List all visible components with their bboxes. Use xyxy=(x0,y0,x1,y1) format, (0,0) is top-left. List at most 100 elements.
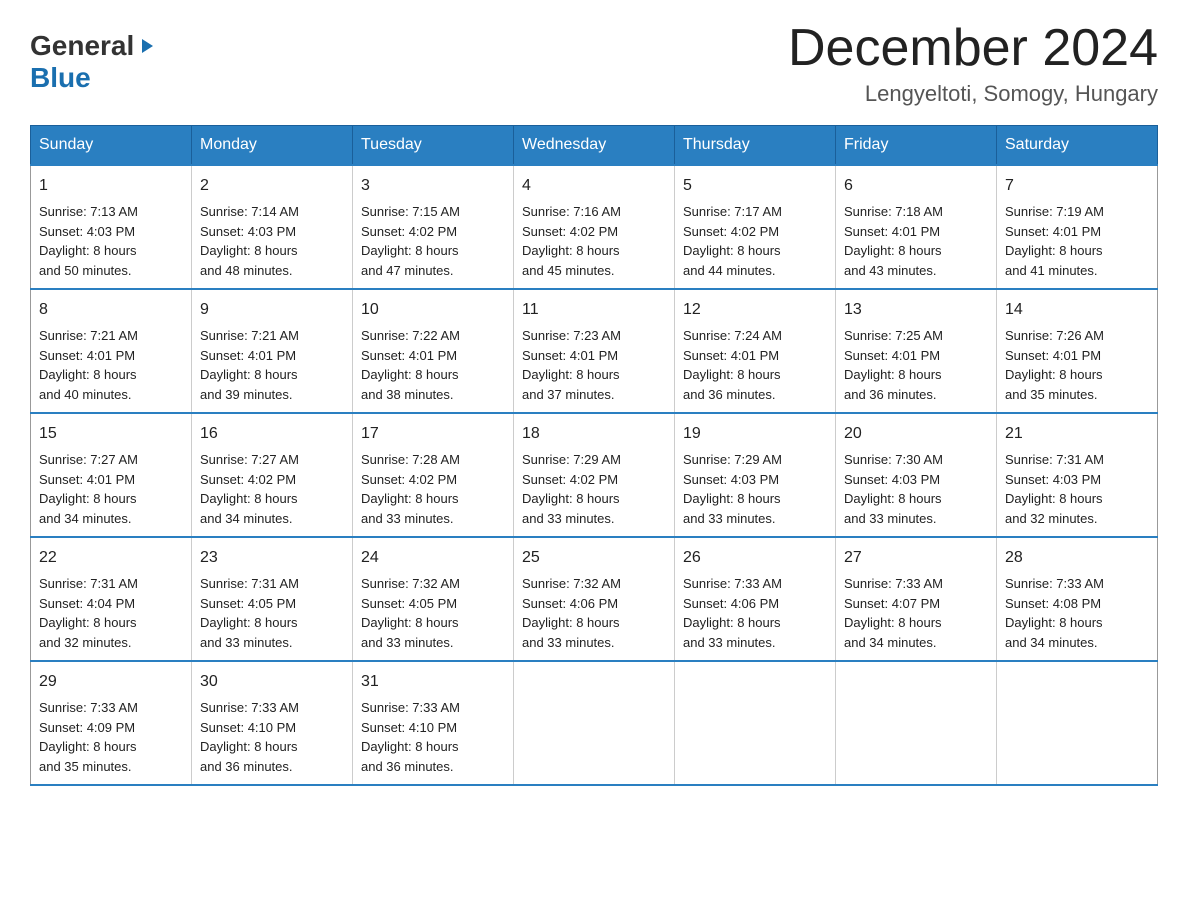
day-number: 13 xyxy=(844,298,988,322)
day-number: 6 xyxy=(844,174,988,198)
day-info: Sunrise: 7:28 AMSunset: 4:02 PMDaylight:… xyxy=(361,450,505,528)
day-info: Sunrise: 7:33 AMSunset: 4:10 PMDaylight:… xyxy=(361,698,505,776)
day-number: 28 xyxy=(1005,546,1149,570)
day-info: Sunrise: 7:25 AMSunset: 4:01 PMDaylight:… xyxy=(844,326,988,404)
day-number: 18 xyxy=(522,422,666,446)
day-number: 23 xyxy=(200,546,344,570)
day-number: 26 xyxy=(683,546,827,570)
empty-cell xyxy=(514,661,675,785)
day-number: 14 xyxy=(1005,298,1149,322)
day-info: Sunrise: 7:13 AMSunset: 4:03 PMDaylight:… xyxy=(39,202,183,280)
day-cell-21: 21 Sunrise: 7:31 AMSunset: 4:03 PMDayligh… xyxy=(997,413,1158,537)
day-number: 11 xyxy=(522,298,666,322)
day-info: Sunrise: 7:33 AMSunset: 4:09 PMDaylight:… xyxy=(39,698,183,776)
day-cell-24: 24 Sunrise: 7:32 AMSunset: 4:05 PMDayligh… xyxy=(353,537,514,661)
day-number: 17 xyxy=(361,422,505,446)
title-section: December 2024 Lengyeltoti, Somogy, Hunga… xyxy=(788,20,1158,107)
day-info: Sunrise: 7:19 AMSunset: 4:01 PMDaylight:… xyxy=(1005,202,1149,280)
day-cell-17: 17 Sunrise: 7:28 AMSunset: 4:02 PMDayligh… xyxy=(353,413,514,537)
day-cell-3: 3 Sunrise: 7:15 AMSunset: 4:02 PMDaylight… xyxy=(353,165,514,289)
day-number: 24 xyxy=(361,546,505,570)
day-info: Sunrise: 7:27 AMSunset: 4:01 PMDaylight:… xyxy=(39,450,183,528)
day-info: Sunrise: 7:18 AMSunset: 4:01 PMDaylight:… xyxy=(844,202,988,280)
day-info: Sunrise: 7:21 AMSunset: 4:01 PMDaylight:… xyxy=(200,326,344,404)
column-header-friday: Friday xyxy=(836,126,997,166)
day-info: Sunrise: 7:33 AMSunset: 4:07 PMDaylight:… xyxy=(844,574,988,652)
day-number: 10 xyxy=(361,298,505,322)
day-cell-16: 16Sunrise: 7:27 AMSunset: 4:02 PMDayligh… xyxy=(192,413,353,537)
day-info: Sunrise: 7:17 AMSunset: 4:02 PMDaylight:… xyxy=(683,202,827,280)
day-info: Sunrise: 7:15 AMSunset: 4:02 PMDaylight:… xyxy=(361,202,505,280)
day-cell-15: 15 Sunrise: 7:27 AMSunset: 4:01 PMDayligh… xyxy=(31,413,192,537)
day-number: 29 xyxy=(39,670,183,694)
week-row-2: 8 Sunrise: 7:21 AMSunset: 4:01 PMDaylight… xyxy=(31,289,1158,413)
day-cell-18: 18 Sunrise: 7:29 AMSunset: 4:02 PMDayligh… xyxy=(514,413,675,537)
day-cell-26: 26Sunrise: 7:33 AMSunset: 4:06 PMDayligh… xyxy=(675,537,836,661)
day-cell-8: 8 Sunrise: 7:21 AMSunset: 4:01 PMDaylight… xyxy=(31,289,192,413)
day-cell-30: 30Sunrise: 7:33 AMSunset: 4:10 PMDayligh… xyxy=(192,661,353,785)
day-info: Sunrise: 7:32 AMSunset: 4:06 PMDaylight:… xyxy=(522,574,666,652)
day-info: Sunrise: 7:29 AMSunset: 4:02 PMDaylight:… xyxy=(522,450,666,528)
day-number: 30 xyxy=(200,670,344,694)
day-cell-12: 12Sunrise: 7:24 AMSunset: 4:01 PMDayligh… xyxy=(675,289,836,413)
day-info: Sunrise: 7:31 AMSunset: 4:05 PMDaylight:… xyxy=(200,574,344,652)
day-cell-27: 27 Sunrise: 7:33 AMSunset: 4:07 PMDayligh… xyxy=(836,537,997,661)
logo-triangle-icon xyxy=(137,37,155,60)
day-info: Sunrise: 7:33 AMSunset: 4:08 PMDaylight:… xyxy=(1005,574,1149,652)
empty-cell xyxy=(836,661,997,785)
day-info: Sunrise: 7:26 AMSunset: 4:01 PMDaylight:… xyxy=(1005,326,1149,404)
day-cell-20: 20 Sunrise: 7:30 AMSunset: 4:03 PMDayligh… xyxy=(836,413,997,537)
day-info: Sunrise: 7:22 AMSunset: 4:01 PMDaylight:… xyxy=(361,326,505,404)
day-cell-6: 6 Sunrise: 7:18 AMSunset: 4:01 PMDaylight… xyxy=(836,165,997,289)
week-row-4: 22 Sunrise: 7:31 AMSunset: 4:04 PMDayligh… xyxy=(31,537,1158,661)
week-row-1: 1Sunrise: 7:13 AMSunset: 4:03 PMDaylight… xyxy=(31,165,1158,289)
month-title: December 2024 xyxy=(788,20,1158,77)
empty-cell xyxy=(675,661,836,785)
day-info: Sunrise: 7:31 AMSunset: 4:03 PMDaylight:… xyxy=(1005,450,1149,528)
day-cell-7: 7 Sunrise: 7:19 AMSunset: 4:01 PMDaylight… xyxy=(997,165,1158,289)
column-header-tuesday: Tuesday xyxy=(353,126,514,166)
day-cell-9: 9 Sunrise: 7:21 AMSunset: 4:01 PMDaylight… xyxy=(192,289,353,413)
logo-blue-text: Blue xyxy=(30,62,91,93)
day-number: 9 xyxy=(200,298,344,322)
day-number: 20 xyxy=(844,422,988,446)
day-number: 15 xyxy=(39,422,183,446)
day-cell-13: 13 Sunrise: 7:25 AMSunset: 4:01 PMDayligh… xyxy=(836,289,997,413)
day-cell-23: 23 Sunrise: 7:31 AMSunset: 4:05 PMDayligh… xyxy=(192,537,353,661)
day-number: 5 xyxy=(683,174,827,198)
day-number: 31 xyxy=(361,670,505,694)
column-header-thursday: Thursday xyxy=(675,126,836,166)
day-number: 2 xyxy=(200,174,344,198)
day-info: Sunrise: 7:31 AMSunset: 4:04 PMDaylight:… xyxy=(39,574,183,652)
day-number: 19 xyxy=(683,422,827,446)
header-row: SundayMondayTuesdayWednesdayThursdayFrid… xyxy=(31,126,1158,166)
day-info: Sunrise: 7:23 AMSunset: 4:01 PMDaylight:… xyxy=(522,326,666,404)
day-number: 21 xyxy=(1005,422,1149,446)
day-number: 3 xyxy=(361,174,505,198)
day-cell-31: 31 Sunrise: 7:33 AMSunset: 4:10 PMDayligh… xyxy=(353,661,514,785)
column-header-monday: Monday xyxy=(192,126,353,166)
day-cell-2: 2Sunrise: 7:14 AMSunset: 4:03 PMDaylight… xyxy=(192,165,353,289)
day-info: Sunrise: 7:16 AMSunset: 4:02 PMDaylight:… xyxy=(522,202,666,280)
column-header-saturday: Saturday xyxy=(997,126,1158,166)
day-cell-19: 19Sunrise: 7:29 AMSunset: 4:03 PMDayligh… xyxy=(675,413,836,537)
day-number: 4 xyxy=(522,174,666,198)
day-cell-22: 22 Sunrise: 7:31 AMSunset: 4:04 PMDayligh… xyxy=(31,537,192,661)
day-number: 7 xyxy=(1005,174,1149,198)
day-number: 8 xyxy=(39,298,183,322)
day-info: Sunrise: 7:30 AMSunset: 4:03 PMDaylight:… xyxy=(844,450,988,528)
day-info: Sunrise: 7:21 AMSunset: 4:01 PMDaylight:… xyxy=(39,326,183,404)
day-number: 22 xyxy=(39,546,183,570)
day-cell-14: 14 Sunrise: 7:26 AMSunset: 4:01 PMDayligh… xyxy=(997,289,1158,413)
day-cell-4: 4 Sunrise: 7:16 AMSunset: 4:02 PMDaylight… xyxy=(514,165,675,289)
day-number: 25 xyxy=(522,546,666,570)
logo: General Blue xyxy=(30,30,155,94)
logo-general-text: General xyxy=(30,30,134,62)
day-info: Sunrise: 7:32 AMSunset: 4:05 PMDaylight:… xyxy=(361,574,505,652)
day-cell-1: 1Sunrise: 7:13 AMSunset: 4:03 PMDaylight… xyxy=(31,165,192,289)
day-cell-11: 11 Sunrise: 7:23 AMSunset: 4:01 PMDayligh… xyxy=(514,289,675,413)
day-cell-5: 5 Sunrise: 7:17 AMSunset: 4:02 PMDaylight… xyxy=(675,165,836,289)
day-number: 27 xyxy=(844,546,988,570)
page-header: General Blue December 2024 Lengyeltoti, … xyxy=(30,20,1158,107)
week-row-5: 29 Sunrise: 7:33 AMSunset: 4:09 PMDayligh… xyxy=(31,661,1158,785)
